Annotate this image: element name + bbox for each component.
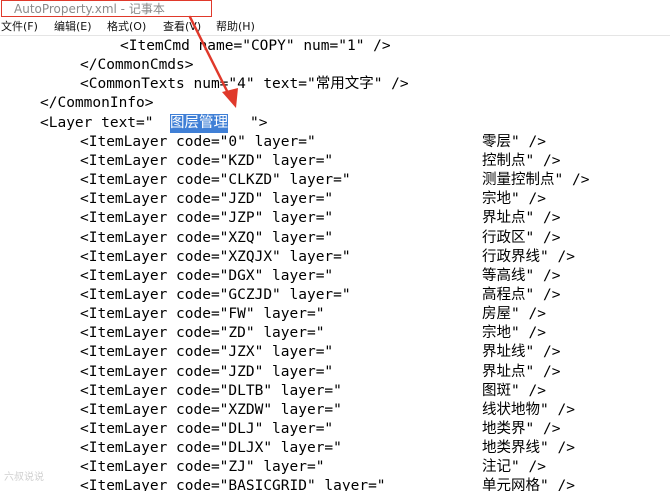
text-line[interactable]: <ItemLayer code="CLKZD" layer=" 测量控制点" />	[0, 171, 670, 190]
layer-name: 高程点" />	[482, 286, 561, 303]
line-text: <ItemLayer code="ZJ" layer="	[80, 459, 325, 476]
text-line[interactable]: <ItemLayer code="XZDW" layer=" 线状地物" />	[0, 401, 670, 420]
layer-name: 线状地物" />	[482, 401, 575, 418]
text-editor[interactable]: <ItemCmd name="COPY" num="1" /> </CommonC…	[0, 37, 670, 491]
line-text: <ItemLayer code="XZQ" layer="	[80, 229, 334, 246]
selected-text[interactable]: 图层管理	[170, 113, 228, 133]
line-text: <ItemLayer code="DLTB" layer="	[80, 382, 342, 399]
layer-name: 界址线" />	[482, 344, 561, 361]
text-line[interactable]: </CommonCmds>	[0, 56, 670, 75]
menu-format[interactable]: 格式(O)	[107, 18, 146, 35]
line-text: <CommonTexts num="4" text="常用文字" />	[80, 76, 409, 93]
line-text: <ItemLayer code="CLKZD" layer="	[80, 172, 351, 189]
line-text: <ItemLayer code="ZD" layer="	[80, 325, 325, 342]
line-text: </CommonInfo>	[40, 95, 154, 112]
layer-name: 宗地" />	[482, 191, 546, 208]
title-bar[interactable]: AutoProperty.xml - 记事本	[0, 0, 670, 18]
line-text: </CommonCmds>	[80, 57, 194, 74]
line-text: <ItemCmd name="COPY" num="1" />	[120, 38, 391, 54]
text-line[interactable]: <ItemLayer code="0" layer=" 零层" />	[0, 133, 670, 152]
layer-name: 单元网格" />	[482, 478, 575, 491]
text-line[interactable]: <ItemLayer code="JZX" layer=" 界址线" />	[0, 343, 670, 362]
text-line[interactable]: <ItemLayer code="ZJ" layer=" 注记" />	[0, 458, 670, 477]
line-text: <ItemLayer code="XZDW" layer="	[80, 401, 342, 418]
layer-name: 行政界线" />	[482, 248, 575, 265]
line-text: <ItemLayer code="JZX" layer="	[80, 344, 334, 361]
line-text: <ItemLayer code="0" layer="	[80, 133, 316, 150]
menu-edit[interactable]: 编辑(E)	[54, 18, 92, 35]
line-text: <ItemLayer code="KZD" layer="	[80, 152, 334, 169]
layer-name: 界址点" />	[482, 210, 561, 227]
text-line[interactable]: <ItemLayer code="DLJX" layer=" 地类界线" />	[0, 439, 670, 458]
layer-name: 地类界线" />	[482, 440, 575, 457]
menu-bar: 文件(F) 编辑(E) 格式(O) 查看(V) 帮助(H)	[0, 18, 670, 36]
line-text: <ItemLayer code="BASICGRID" layer="	[80, 478, 386, 491]
menu-file[interactable]: 文件(F)	[1, 18, 38, 35]
line-text: <ItemLayer code="GCZJD" layer="	[80, 286, 351, 303]
text-line[interactable]: <ItemLayer code="DLTB" layer=" 图斑" />	[0, 382, 670, 401]
line-text: <ItemLayer code="DGX" layer="	[80, 267, 334, 284]
layer-name: 控制点" />	[482, 152, 561, 169]
text-line[interactable]: </CommonInfo>	[0, 94, 670, 113]
text-line[interactable]: <ItemLayer code="DGX" layer=" 等高线" />	[0, 267, 670, 286]
layer-name: 房屋" />	[482, 306, 546, 323]
text-line[interactable]: <ItemLayer code="JZD" layer=" 界址点" />	[0, 363, 670, 382]
line-text: <ItemLayer code="FW" layer="	[80, 306, 325, 323]
layer-name: 行政区" />	[482, 229, 561, 246]
text-line[interactable]: <ItemLayer code="JZP" layer=" 界址点" />	[0, 209, 670, 228]
line-text: <ItemLayer code="DLJ" layer="	[80, 421, 334, 437]
text-line[interactable]: <ItemLayer code="JZD" layer=" 宗地" />	[0, 190, 670, 209]
line-text: <ItemLayer code="JZP" layer="	[80, 210, 334, 227]
text-line[interactable]: <ItemLayer code="ZD" layer=" 宗地" />	[0, 324, 670, 343]
layer-name: 注记" />	[482, 459, 546, 476]
layer-name: 图斑" />	[482, 382, 546, 399]
line-text: <ItemLayer code="JZD" layer="	[80, 363, 334, 380]
text-line[interactable]: <ItemLayer code="FW" layer=" 房屋" />	[0, 305, 670, 324]
text-line[interactable]: <ItemLayer code="GCZJD" layer=" 高程点" />	[0, 286, 670, 305]
text-line[interactable]: <ItemLayer code="DLJ" layer=" 地类界" />	[0, 420, 670, 439]
text-line[interactable]: <Layer text=" 图层管理 ">	[0, 113, 670, 133]
layer-name: 地类界" />	[482, 421, 561, 437]
layer-name: 界址点" />	[482, 363, 561, 380]
text-line[interactable]: <ItemLayer code="XZQ" layer=" 行政区" />	[0, 229, 670, 248]
layer-name: 等高线" />	[482, 267, 561, 284]
text-line[interactable]: <ItemLayer code="XZQJX" layer=" 行政界线" />	[0, 248, 670, 267]
layer-name: 测量控制点" />	[482, 172, 590, 189]
text-line[interactable]: <ItemLayer code="KZD" layer=" 控制点" />	[0, 152, 670, 171]
watermark: 六叔说说	[4, 472, 44, 483]
text-line[interactable]: <ItemCmd name="COPY" num="1" />	[0, 37, 670, 56]
line-text: <ItemLayer code="DLJX" layer="	[80, 440, 342, 457]
line-text-tail: ">	[250, 114, 268, 131]
menu-view[interactable]: 查看(V)	[163, 18, 201, 35]
text-line[interactable]: <CommonTexts num="4" text="常用文字" />	[0, 75, 670, 94]
layer-name: 零层" />	[482, 133, 546, 150]
line-text: <Layer text="	[40, 114, 154, 131]
annotation-box	[1, 0, 212, 17]
menu-help[interactable]: 帮助(H)	[216, 18, 255, 35]
line-text: <ItemLayer code="XZQJX" layer="	[80, 248, 351, 265]
line-text: <ItemLayer code="JZD" layer="	[80, 191, 334, 208]
text-line[interactable]: <ItemLayer code="BASICGRID" layer=" 单元网格"…	[0, 477, 670, 491]
layer-name: 宗地" />	[482, 325, 546, 342]
